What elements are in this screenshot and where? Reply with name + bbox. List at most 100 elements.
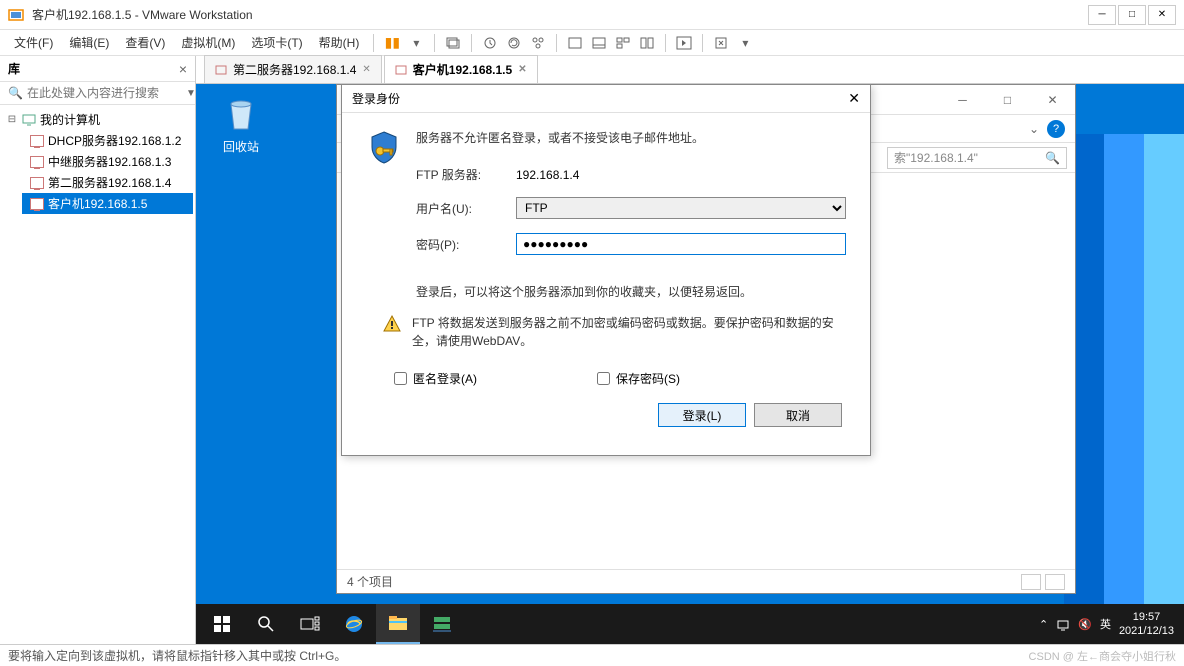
layout-multi-icon[interactable] [637,33,657,53]
vm-tabs: 第二服务器192.168.1.4 ✕ 客户机192.168.1.5 ✕ [196,56,1184,84]
task-view-button[interactable] [288,604,332,644]
separator [702,34,703,52]
window-controls: ─ □ ✕ [1088,5,1176,25]
explorer-search-input[interactable]: 索"192.168.1.4" 🔍 [887,147,1067,169]
pause-icon[interactable]: ▮▮ [382,33,402,53]
fullscreen-icon[interactable] [674,33,694,53]
tree-collapse-icon[interactable]: ⊟ [6,114,18,125]
dialog-close-button[interactable]: ✕ [848,90,860,107]
sidebar-title: 库 [8,60,179,77]
tree-vm-item[interactable]: 中继服务器192.168.1.3 [22,151,193,172]
tree-vm-item[interactable]: DHCP服务器192.168.1.2 [22,130,193,151]
separator [373,34,374,52]
warning-icon [382,314,402,334]
network-icon[interactable] [1056,617,1070,631]
tree-vm-item-selected[interactable]: 客户机192.168.1.5 [22,193,193,214]
username-field[interactable]: FTP [516,197,846,219]
computer-icon [21,113,37,127]
tab-vm[interactable]: 第二服务器192.168.1.4 ✕ [204,55,382,83]
tab-close-icon[interactable]: ✕ [518,64,526,75]
recycle-bin[interactable]: 回收站 [211,94,271,155]
menu-help[interactable]: 帮助(H) [313,30,366,55]
snapshot-manage-icon[interactable] [528,33,548,53]
menu-edit[interactable]: 编辑(E) [63,30,115,55]
username-label: 用户名(U): [416,200,516,217]
snapshot-revert-icon[interactable] [504,33,524,53]
save-password-checkbox-input[interactable] [597,372,610,385]
tab-vm-icon [215,65,227,75]
tab-close-icon[interactable]: ✕ [362,64,370,75]
library-search-input[interactable] [27,86,182,100]
vm-icon [29,176,45,190]
search-button[interactable] [244,604,288,644]
shield-key-icon [366,129,402,165]
password-label: 密码(P): [416,236,516,253]
anonymous-checkbox-input[interactable] [394,372,407,385]
menu-tabs[interactable]: 选项卡(T) [245,30,308,55]
explorer-maximize-button[interactable]: □ [985,86,1030,114]
tab-label: 第二服务器192.168.1.4 [233,61,356,78]
chevron-down-icon[interactable]: ⌄ [1029,122,1039,136]
vm-label: DHCP服务器192.168.1.2 [48,132,181,149]
recycle-bin-icon [221,94,261,134]
windows-accent-bg [1064,134,1184,614]
dropdown-icon[interactable]: ▾ [735,33,755,53]
close-button[interactable]: ✕ [1148,5,1176,25]
maximize-button[interactable]: □ [1118,5,1146,25]
dialog-hint: 登录后，可以将这个服务器添加到你的收藏夹，以便轻易返回。 [416,283,846,300]
separator [556,34,557,52]
snapshot-icon[interactable] [480,33,500,53]
ie-button[interactable] [332,604,376,644]
send-keys-icon[interactable] [443,33,463,53]
vm-tree: ⊟ 我的计算机 DHCP服务器192.168.1.2 中继服务器192.168.… [0,105,195,218]
watermark: CSDN @ 左←商会夺小姐行秋 [1029,648,1176,664]
vm-icon [29,197,45,211]
login-button[interactable]: 登录(L) [658,403,746,427]
guest-vm-view[interactable]: 回收站 ─ □ ✕ ⌄ ? [196,84,1184,644]
view-large-icon[interactable] [1045,574,1065,590]
explorer-close-button[interactable]: ✕ [1030,86,1075,114]
sidebar-close-icon[interactable]: × [179,61,187,77]
separator [665,34,666,52]
tray-up-icon[interactable]: ⌃ [1039,618,1048,631]
layout-thumb-icon[interactable] [613,33,633,53]
recycle-bin-label: 回收站 [223,140,259,154]
dropdown-icon[interactable]: ▾ [406,33,426,53]
vm-label: 第二服务器192.168.1.4 [48,174,171,191]
layout-single-icon[interactable] [565,33,585,53]
tree-vm-item[interactable]: 第二服务器192.168.1.4 [22,172,193,193]
save-password-label: 保存密码(S) [616,370,680,387]
search-placeholder-text: 索"192.168.1.4" [894,149,978,166]
search-dropdown-icon[interactable]: ▼ [186,88,196,99]
vmware-menubar: 文件(F) 编辑(E) 查看(V) 虚拟机(M) 选项卡(T) 帮助(H) ▮▮… [0,30,1184,56]
server-manager-button[interactable] [420,604,464,644]
password-field[interactable] [516,233,846,255]
tab-label: 客户机192.168.1.5 [413,61,512,78]
explorer-minimize-button[interactable]: ─ [940,86,985,114]
taskbar-clock[interactable]: 19:57 2021/12/13 [1119,610,1174,639]
explorer-status-text: 4 个项目 [347,573,393,590]
sidebar-search: 🔍 ▼ [0,82,195,105]
start-button[interactable] [200,604,244,644]
cancel-button[interactable]: 取消 [754,403,842,427]
content-area: 第二服务器192.168.1.4 ✕ 客户机192.168.1.5 ✕ 回收站 [196,56,1184,644]
view-details-icon[interactable] [1021,574,1041,590]
library-sidebar: 库 × 🔍 ▼ ⊟ 我的计算机 DHCP服务器192.168.1.2 [0,56,196,644]
save-password-checkbox[interactable]: 保存密码(S) [597,370,680,387]
unity-icon[interactable] [711,33,731,53]
help-icon[interactable]: ? [1047,120,1065,138]
separator [471,34,472,52]
layout-console-icon[interactable] [589,33,609,53]
tab-vm-active[interactable]: 客户机192.168.1.5 ✕ [384,55,538,83]
dialog-message: 服务器不允许匿名登录，或者不接受该电子邮件地址。 [416,129,846,146]
menu-view[interactable]: 查看(V) [119,30,171,55]
volume-icon[interactable]: 🔇 [1078,618,1092,631]
tree-root[interactable]: ⊟ 我的计算机 [2,109,193,130]
ime-indicator[interactable]: 英 [1100,616,1111,632]
vm-label: 中继服务器192.168.1.3 [48,153,171,170]
anonymous-checkbox[interactable]: 匿名登录(A) [394,370,477,387]
menu-file[interactable]: 文件(F) [8,30,59,55]
minimize-button[interactable]: ─ [1088,5,1116,25]
menu-vm[interactable]: 虚拟机(M) [175,30,241,55]
explorer-button[interactable] [376,604,420,644]
